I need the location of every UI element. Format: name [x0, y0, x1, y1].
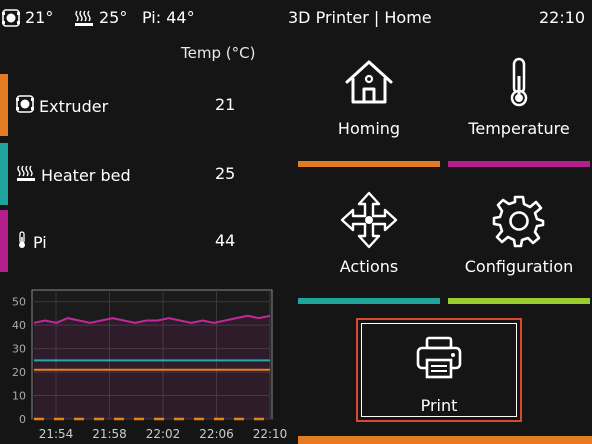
series-area-0: [34, 315, 270, 419]
configuration-label: Configuration: [464, 257, 574, 276]
extruder-status: 21°: [2, 8, 53, 27]
x-tick-label: 21:58: [92, 427, 127, 441]
bed-temp-text: 25°: [99, 8, 128, 27]
actions-button[interactable]: Actions: [298, 188, 440, 306]
temp-column-header: Temp (°C): [181, 44, 256, 62]
extruder-icon: [16, 95, 34, 117]
actions-label: Actions: [339, 257, 399, 276]
print-underline: [298, 436, 592, 444]
y-tick-label: 10: [12, 390, 26, 403]
heater-bed-value: 25: [215, 164, 236, 183]
pi-label: Pi: [33, 232, 47, 252]
configuration-button[interactable]: Configuration: [448, 188, 590, 306]
heater-bed-color-bar: [0, 143, 8, 205]
temp-row-pi: Pi 44: [0, 210, 290, 272]
temp-row-heater-bed: Heater bed 25: [0, 143, 290, 205]
extruder-value: 21: [215, 95, 236, 114]
heater-bed-icon: [74, 9, 94, 27]
x-tick-label: 21:54: [39, 427, 74, 441]
bed-status: 25°: [74, 8, 127, 27]
y-tick-label: 30: [12, 343, 26, 356]
pi-color-bar: [0, 210, 8, 272]
x-tick-label: 22:02: [146, 427, 181, 441]
homing-underline: [298, 161, 440, 167]
extruder-color-bar: [0, 74, 8, 136]
thermometer-icon: [16, 231, 28, 253]
x-tick-label: 22:10: [253, 427, 288, 441]
printer-icon: [358, 336, 520, 380]
temperature-history-chart: 0 10 20 30 40 50 21:54 21:58 22:02 22:06 22:10: [12, 289, 288, 441]
extruder-label: Extruder: [39, 96, 109, 116]
y-tick-label: 40: [12, 319, 26, 332]
home-icon: [298, 58, 440, 106]
move-arrows-icon: [298, 191, 440, 249]
pi-value: 44: [215, 231, 236, 250]
x-tick-label: 22:06: [199, 427, 234, 441]
temp-row-extruder: Extruder 21: [0, 74, 290, 136]
y-tick-label: 0: [19, 413, 26, 426]
extruder-temp-text: 21°: [25, 8, 54, 27]
configuration-underline: [448, 298, 590, 304]
y-tick-label: 20: [12, 366, 26, 379]
status-bar: 21° 25° Pi: 44° 3D Printer | Home 22:10: [0, 0, 592, 36]
extruder-icon: [2, 8, 20, 27]
thermometer-icon: [448, 56, 590, 108]
gear-icon: [448, 194, 590, 248]
pi-temp-text: Pi: 44°: [142, 8, 195, 27]
window-title: 3D Printer | Home: [288, 8, 432, 27]
heater-bed-label: Heater bed: [41, 165, 131, 185]
heater-bed-icon: [16, 164, 36, 186]
y-tick-label: 50: [12, 296, 26, 309]
homing-button[interactable]: Homing: [298, 52, 440, 170]
actions-underline: [298, 298, 440, 304]
homing-label: Homing: [337, 119, 401, 138]
temperature-underline: [448, 161, 590, 167]
print-label: Print: [420, 396, 458, 415]
temperature-label: Temperature: [468, 119, 570, 138]
temperature-button[interactable]: Temperature: [448, 52, 590, 170]
print-button[interactable]: Print: [356, 318, 522, 422]
clock: 22:10: [539, 8, 586, 27]
